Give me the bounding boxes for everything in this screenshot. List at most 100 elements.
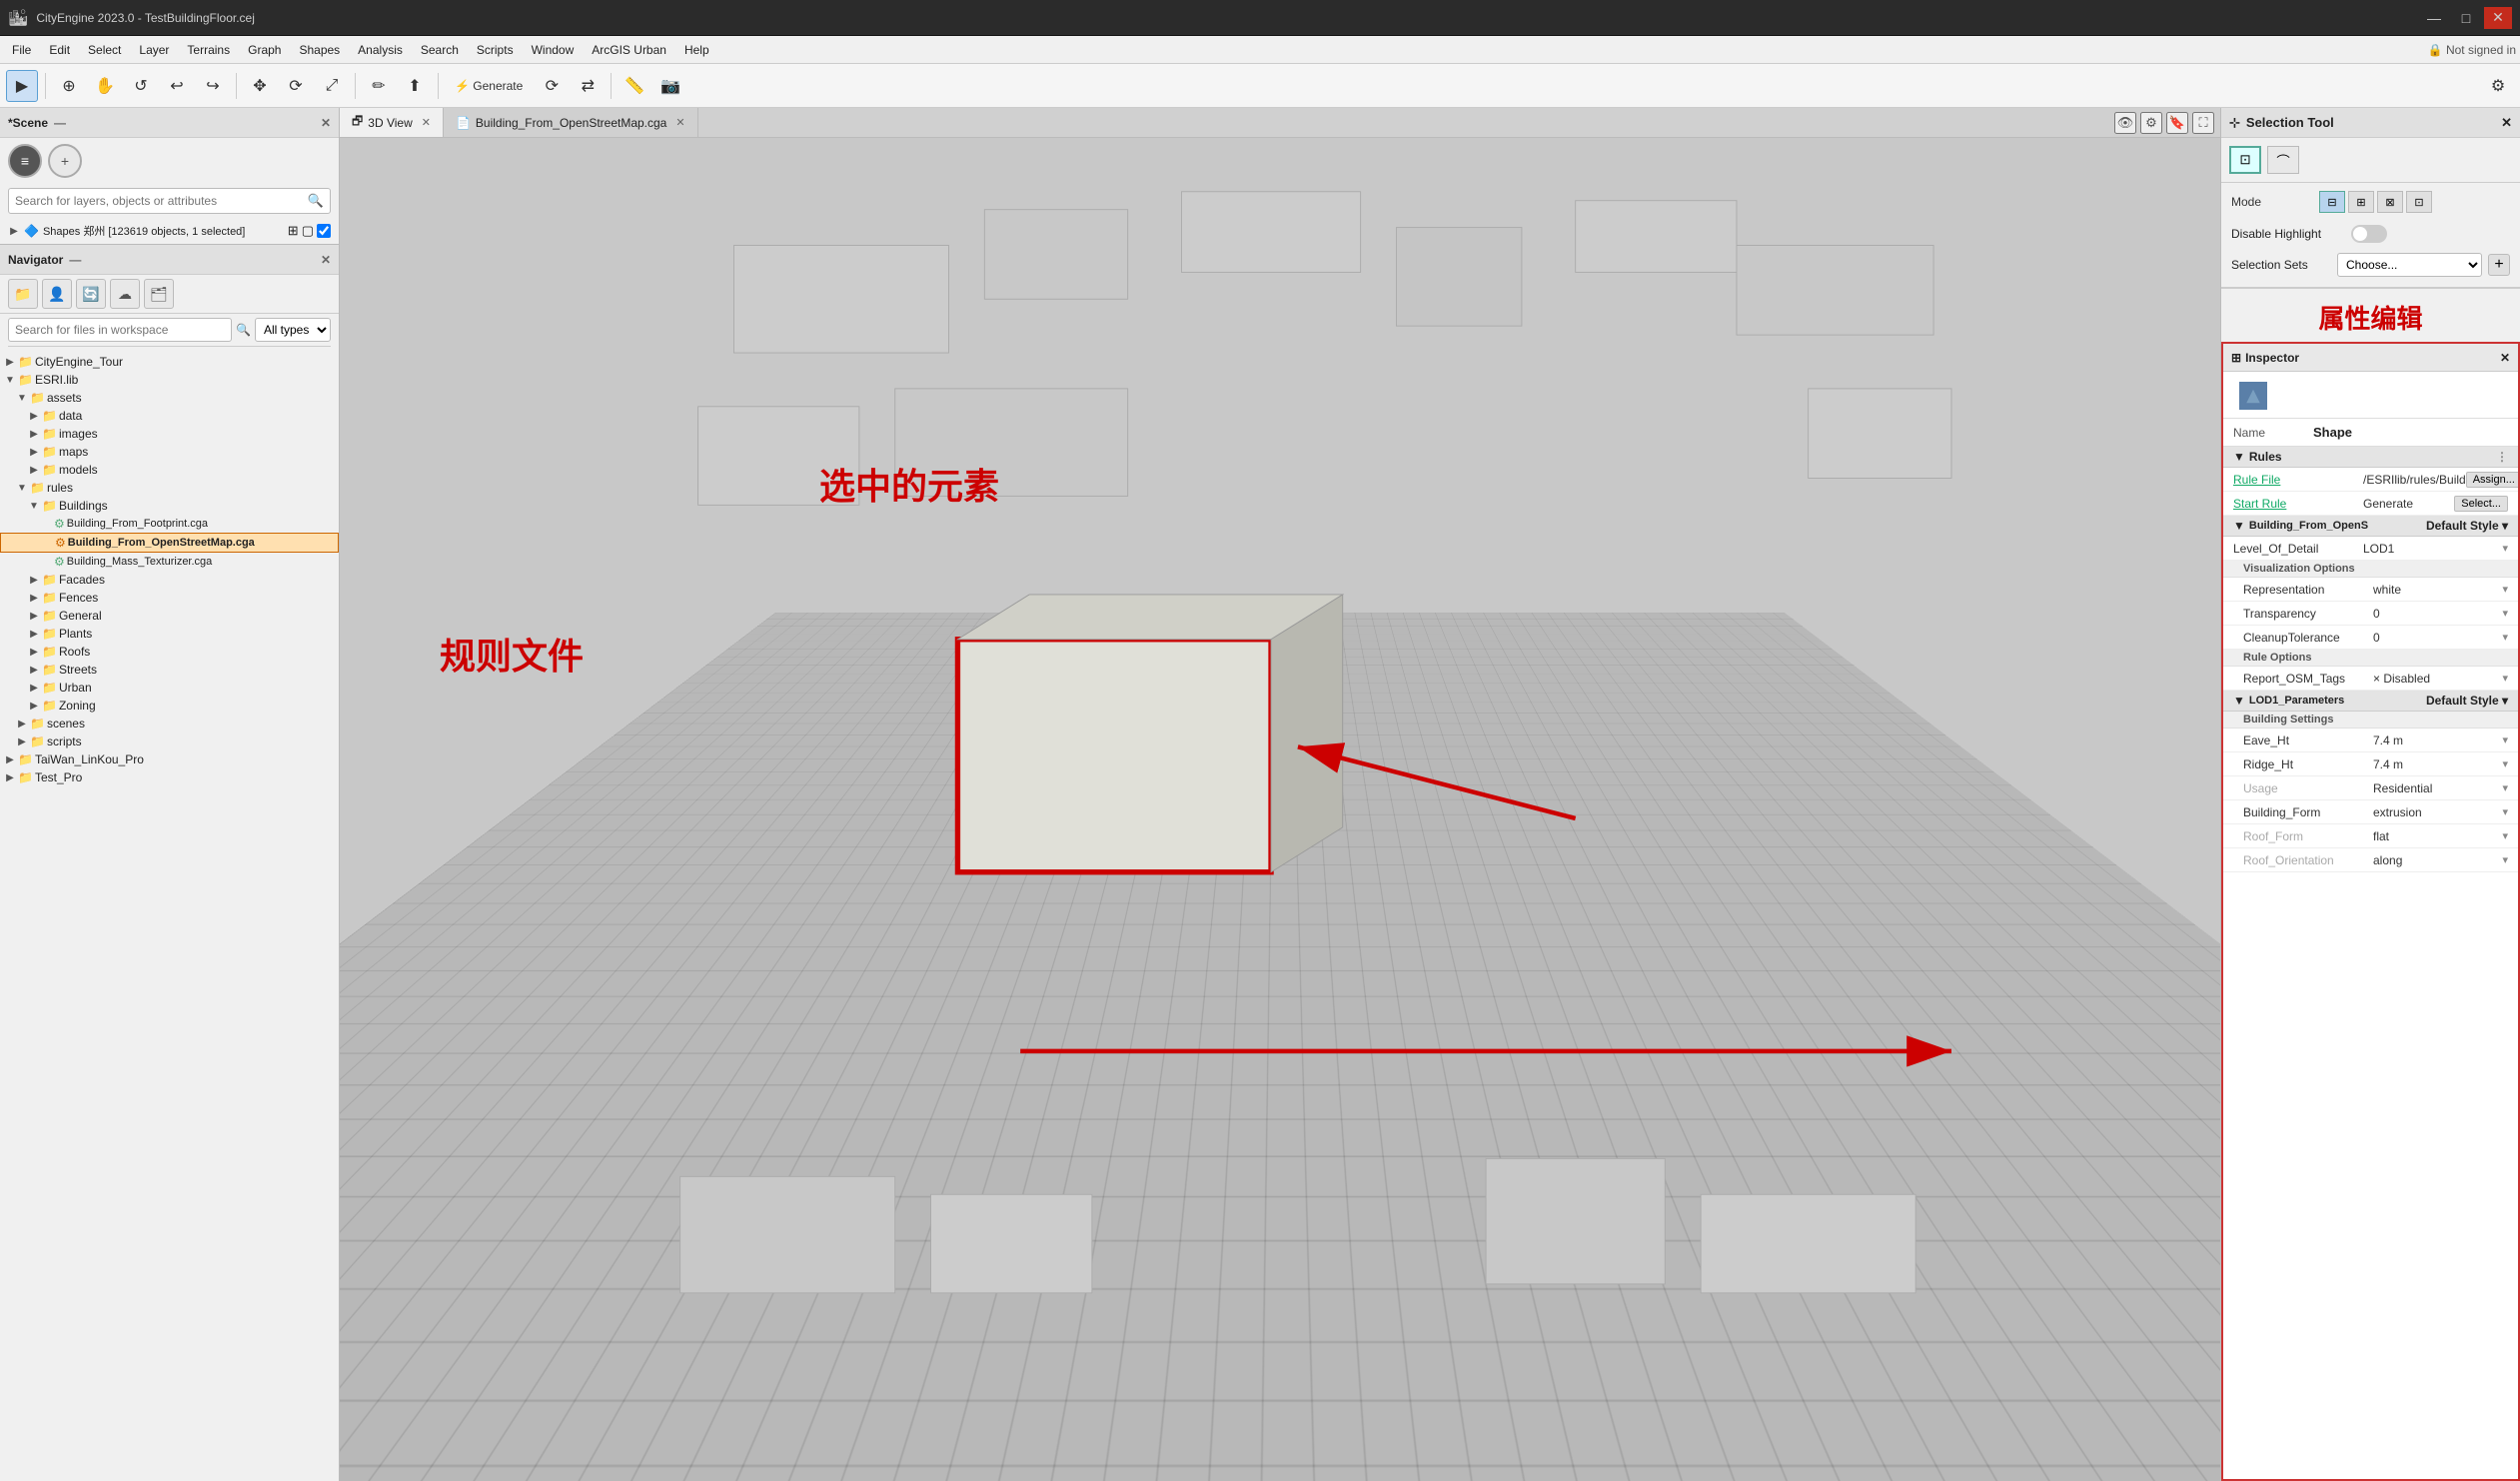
toolbar-move-btn[interactable]: ✥ — [244, 70, 276, 102]
scene-add-btn[interactable]: + — [48, 144, 82, 178]
tab-3d-view[interactable]: 🗗 3D View ✕ — [340, 108, 444, 137]
tree-models[interactable]: ▶ 📁 models — [0, 461, 339, 479]
menu-search[interactable]: Search — [413, 40, 467, 60]
selection-tool-close[interactable]: ✕ — [2501, 115, 2512, 131]
viewport-3d[interactable]: 选中的元素 规则文件 — [340, 138, 2220, 1481]
toolbar-select-btn[interactable]: ▶ — [6, 70, 38, 102]
menu-edit[interactable]: Edit — [41, 40, 78, 60]
scene-search-icon[interactable]: 🔍 — [308, 193, 324, 209]
tree-scripts[interactable]: ▶ 📁 scripts — [0, 733, 339, 750]
layer-box-icon[interactable]: ▢ — [302, 223, 314, 239]
ridge-ht-dropdown[interactable]: ▾ — [2502, 757, 2508, 770]
nav-layers-btn[interactable]: 🗂 — [144, 279, 174, 309]
toolbar-redo-btn[interactable]: ↪ — [197, 70, 229, 102]
layer-shapes[interactable]: ▶ 🔷 Shapes 郑州 [123619 objects, 1 selecte… — [0, 218, 339, 244]
tab-cga-file[interactable]: 📄 Building_From_OpenStreetMap.cga ✕ — [444, 108, 698, 137]
nav-add-person-btn[interactable]: 👤 — [42, 279, 72, 309]
lod1-params-section[interactable]: ▼ LOD1_Parameters Default Style ▾ — [2223, 691, 2518, 712]
opens-style-dropdown[interactable]: Default Style ▾ — [2426, 519, 2508, 533]
menu-window[interactable]: Window — [524, 40, 583, 60]
menu-graph[interactable]: Graph — [240, 40, 289, 60]
menu-shapes[interactable]: Shapes — [291, 40, 348, 60]
scene-close-btn[interactable]: ✕ — [321, 116, 331, 130]
usage-dropdown[interactable]: ▾ — [2502, 781, 2508, 794]
layer-grid-icon[interactable]: ⊞ — [288, 223, 299, 239]
nav-type-filter[interactable]: All types — [255, 318, 331, 342]
toolbar-undo-btn[interactable]: ↩ — [161, 70, 193, 102]
menu-select[interactable]: Select — [80, 40, 129, 60]
roof-orientation-dropdown[interactable]: ▾ — [2502, 853, 2508, 866]
tab-3d-view-close[interactable]: ✕ — [422, 116, 431, 129]
toolbar-draw-btn[interactable]: ✏ — [363, 70, 395, 102]
tree-fences[interactable]: ▶ 📁 Fences — [0, 589, 339, 607]
viewport-bookmark-btn[interactable]: 🔖 — [2166, 112, 2188, 134]
menu-analysis[interactable]: Analysis — [350, 40, 411, 60]
menu-terrains[interactable]: Terrains — [179, 40, 238, 60]
rule-file-label[interactable]: Rule File — [2233, 473, 2363, 487]
nav-search-input[interactable] — [8, 318, 232, 342]
toolbar-orbit-btn[interactable]: ↺ — [125, 70, 157, 102]
lod-dropdown-btn[interactable]: ▾ — [2502, 542, 2508, 555]
layer-visible-checkbox[interactable] — [317, 224, 331, 238]
building-opens-section[interactable]: ▼ Building_From_OpenS Default Style ▾ — [2223, 516, 2518, 537]
menu-arcgis[interactable]: ArcGIS Urban — [584, 40, 674, 60]
toolbar-scale-btn[interactable]: ⤢ — [316, 70, 348, 102]
tree-cityengine-tour[interactable]: ▶ 📁 CityEngine_Tour — [0, 353, 339, 371]
toolbar-camera-btn[interactable]: 📷 — [654, 70, 686, 102]
building-form-dropdown[interactable]: ▾ — [2502, 805, 2508, 818]
tree-facades[interactable]: ▶ 📁 Facades — [0, 571, 339, 589]
toolbar-sync-btn[interactable]: ⇄ — [572, 70, 604, 102]
tree-plants[interactable]: ▶ 📁 Plants — [0, 625, 339, 643]
menu-scripts[interactable]: Scripts — [469, 40, 522, 60]
representation-dropdown[interactable]: ▾ — [2502, 583, 2508, 596]
tree-test-pro[interactable]: ▶ 📁 Test_Pro — [0, 768, 339, 786]
tree-building-from-osm[interactable]: ⚙ Building_From_OpenStreetMap.cga — [0, 533, 339, 553]
close-button[interactable]: ✕ — [2484, 7, 2512, 29]
scene-layers-btn[interactable]: ≡ — [8, 144, 42, 178]
toolbar-ruler-btn[interactable]: 📏 — [619, 70, 650, 102]
eave-ht-dropdown[interactable]: ▾ — [2502, 734, 2508, 746]
tree-esri-lib[interactable]: ▼ 📁 ESRI.lib — [0, 371, 339, 389]
viewport-view-mode-btn[interactable]: 👁 — [2114, 112, 2136, 134]
mode-btn-2[interactable]: ⊞ — [2348, 191, 2374, 213]
scene-search-input[interactable] — [15, 194, 308, 208]
tree-images[interactable]: ▶ 📁 images — [0, 425, 339, 443]
tree-urban[interactable]: ▶ 📁 Urban — [0, 679, 339, 697]
roof-form-dropdown[interactable]: ▾ — [2502, 829, 2508, 842]
tree-taiwan[interactable]: ▶ 📁 TaiWan_LinKou_Pro — [0, 750, 339, 768]
transparency-dropdown[interactable]: ▾ — [2502, 607, 2508, 620]
navigator-minimize[interactable]: — — [69, 253, 81, 267]
toolbar-refresh-btn[interactable]: ⟳ — [536, 70, 568, 102]
menu-layer[interactable]: Layer — [131, 40, 177, 60]
rule-file-assign-btn[interactable]: Assign... — [2466, 472, 2518, 488]
rules-section-header[interactable]: ▼ Rules ⋮ — [2223, 447, 2518, 468]
tree-building-footprint[interactable]: ⚙ Building_From_Footprint.cga — [0, 515, 339, 533]
report-osm-dropdown[interactable]: ▾ — [2502, 672, 2508, 685]
viewport-settings-btn[interactable]: ⚙ — [2140, 112, 2162, 134]
selection-rect-btn[interactable]: ⊡ — [2229, 146, 2261, 174]
tree-roofs[interactable]: ▶ 📁 Roofs — [0, 643, 339, 661]
tree-building-mass[interactable]: ⚙ Building_Mass_Texturizer.cga — [0, 553, 339, 571]
nav-open-folder-btn[interactable]: 📁 — [8, 279, 38, 309]
tree-assets[interactable]: ▼ 📁 assets — [0, 389, 339, 407]
toolbar-extrude-btn[interactable]: ⬆ — [399, 70, 431, 102]
tree-rules[interactable]: ▼ 📁 rules — [0, 479, 339, 497]
scene-minimize-btn[interactable]: — — [54, 116, 66, 130]
tree-streets[interactable]: ▶ 📁 Streets — [0, 661, 339, 679]
selection-lasso-btn[interactable]: ⌒ — [2267, 146, 2299, 174]
toolbar-pan-btn[interactable]: ✋ — [89, 70, 121, 102]
tree-maps[interactable]: ▶ 📁 maps — [0, 443, 339, 461]
mode-btn-1[interactable]: ⊟ — [2319, 191, 2345, 213]
tree-general[interactable]: ▶ 📁 General — [0, 607, 339, 625]
viewport-maximize-btn[interactable]: ⛶ — [2192, 112, 2214, 134]
toolbar-generate-btn[interactable]: ⚡ Generate — [446, 70, 532, 102]
tree-buildings[interactable]: ▼ 📁 Buildings — [0, 497, 339, 515]
lod1-style-dropdown[interactable]: Default Style ▾ — [2426, 694, 2508, 708]
menu-file[interactable]: File — [4, 40, 39, 60]
nav-refresh-btn[interactable]: 🔄 — [76, 279, 106, 309]
menu-help[interactable]: Help — [676, 40, 717, 60]
maximize-button[interactable]: □ — [2452, 7, 2480, 29]
tab-cga-close[interactable]: ✕ — [675, 116, 684, 129]
navigator-close[interactable]: ✕ — [321, 253, 331, 267]
nav-cloud-btn[interactable]: ☁ — [110, 279, 140, 309]
